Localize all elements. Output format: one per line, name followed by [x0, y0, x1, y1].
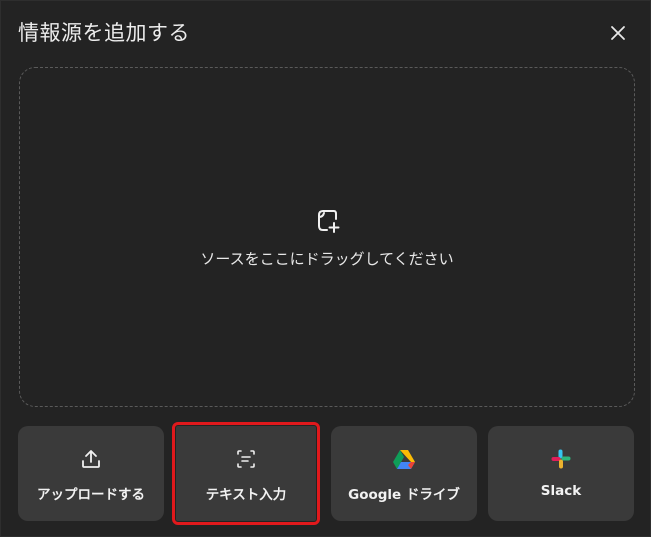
text-input-button-label: テキスト入力	[205, 487, 287, 503]
slack-button[interactable]: Slack	[488, 426, 634, 521]
drop-zone[interactable]: ソースをここにドラッグしてください	[19, 67, 635, 407]
add-source-icon	[318, 210, 340, 233]
upload-button[interactable]: アップロードする	[18, 426, 164, 521]
add-source-dialog: 情報源を追加する ソースをここにドラッグしてください アップロードする テキスト…	[0, 0, 651, 537]
slack-button-label: Slack	[540, 483, 582, 499]
upload-icon	[82, 450, 100, 468]
google-drive-icon	[393, 450, 415, 469]
slack-icon	[551, 449, 571, 469]
text-input-icon	[237, 450, 255, 468]
upload-button-label: アップロードする	[37, 487, 145, 503]
close-icon	[611, 26, 625, 40]
google-drive-button-label: Google ドライブ	[348, 487, 460, 503]
google-drive-button[interactable]: Google ドライブ	[331, 426, 477, 521]
dialog-title: 情報源を追加する	[18, 21, 190, 45]
text-input-button[interactable]: テキスト入力	[172, 422, 320, 525]
drop-zone-text: ソースをここにドラッグしてください	[200, 250, 454, 268]
close-button[interactable]	[604, 19, 632, 47]
